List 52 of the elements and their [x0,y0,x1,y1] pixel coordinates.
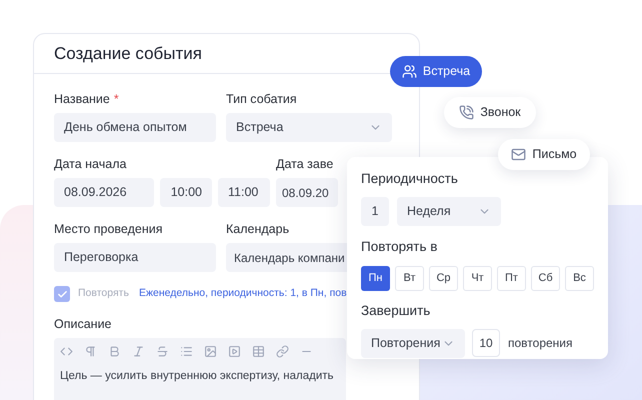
weekday-toggle[interactable]: Сб [531,266,560,290]
field-label: Место проведения [54,221,164,237]
recurrence-summary-link[interactable]: Еженедельно, периодичность: 1, в Пн, пов [138,286,347,302]
weekday-toggle[interactable]: Пт [497,266,526,290]
input-field[interactable]: 1 [361,197,389,226]
field-label: Дата начала [54,156,128,172]
table-icon[interactable] [252,345,265,358]
field-label: Название [54,91,110,107]
phone-icon [459,105,474,120]
description-text: Цель — усилить внутреннюю экспертизу, наладить [60,369,334,384]
form-title: Создание события [54,42,202,65]
list-icon[interactable] [180,345,193,358]
section-title: Периодичность [361,170,459,188]
input-field[interactable]: 11:00 [218,178,270,207]
bold-icon[interactable] [108,345,121,358]
weekday-toggle[interactable]: Ср [429,266,458,290]
input-field[interactable]: 08.09.2026 [54,178,154,207]
envelope-icon [511,147,526,162]
field-label: Дата заве [276,156,334,172]
input-field[interactable]: День обмена опытом [54,113,216,142]
section-title: Завершить [361,302,432,320]
weekday-toggle[interactable]: Вс [565,266,594,290]
input-field[interactable]: 10:00 [160,178,212,207]
input-field[interactable]: Переговорка [54,243,216,272]
input-field[interactable]: 10 [472,329,500,358]
select-field[interactable]: Неделя [397,197,501,226]
italic-icon[interactable] [132,345,145,358]
weekday-toggle[interactable]: Чт [463,266,492,290]
field-suffix: повторения [508,335,572,352]
video-icon[interactable] [228,345,241,358]
repeat-checkbox[interactable] [54,286,70,302]
select-field[interactable]: Встреча [226,113,392,142]
pilcrow-icon[interactable] [84,345,97,358]
event-type-chip[interactable]: Звонок [444,97,536,128]
select-field[interactable]: Повторения [361,328,465,358]
required-mark: * [114,91,119,107]
weekday-toggle[interactable]: Вт [395,266,424,290]
checkbox-label: Повторять [78,286,129,302]
strikethrough-icon[interactable] [156,345,169,358]
check-icon [56,288,68,300]
rich-text-editor[interactable]: Цель — усилить внутреннюю экспертизу, наладить [54,338,346,400]
image-icon[interactable] [204,345,217,358]
field-label: Тип собатия [226,91,298,107]
code-icon[interactable] [60,345,73,358]
input-field[interactable]: 08.09.20 [276,178,338,207]
event-type-chip[interactable]: Встреча [390,56,482,87]
field-label: Описание [54,316,113,332]
people-icon [402,64,417,79]
field-label: Календарь [226,221,290,237]
weekday-toggle[interactable]: Пн [361,266,390,290]
link-icon[interactable] [276,345,289,358]
event-type-chip[interactable]: Письмо [498,139,590,170]
